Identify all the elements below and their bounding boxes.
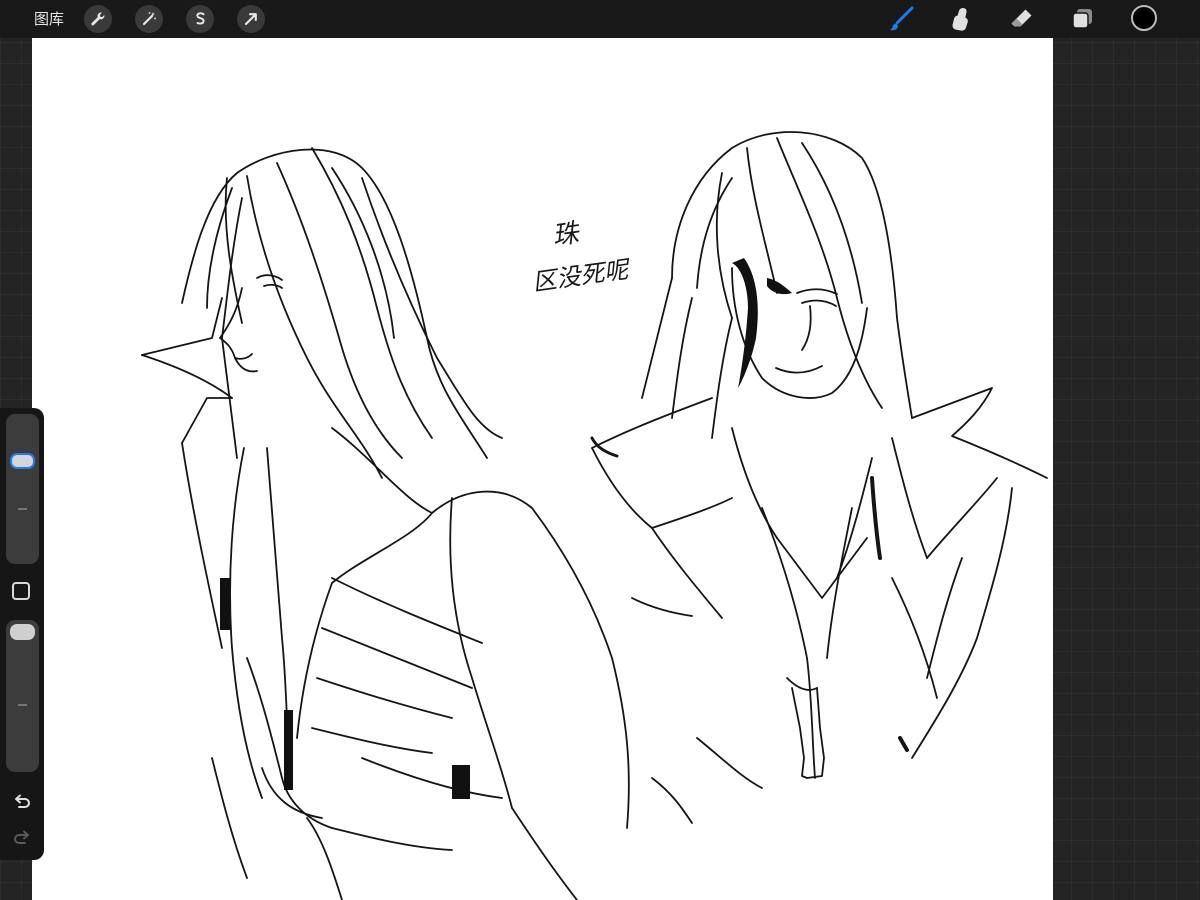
actions-button[interactable] xyxy=(84,5,112,33)
slider-tick xyxy=(18,508,27,510)
transform-button[interactable] xyxy=(237,5,265,33)
layers-icon xyxy=(1072,9,1092,29)
brush-icon xyxy=(889,6,914,31)
drawing-canvas[interactable]: 珠 区没死呢 xyxy=(32,38,1053,900)
magic-wand-icon xyxy=(142,12,156,26)
opacity-thumb[interactable] xyxy=(10,624,35,640)
wrench-icon xyxy=(91,12,105,26)
top-toolbar: 图库 xyxy=(0,0,1200,38)
eraser-tool-button[interactable] xyxy=(1009,6,1035,32)
adjustments-button[interactable] xyxy=(135,5,163,33)
modify-button[interactable] xyxy=(12,582,30,600)
brush-size-slider[interactable] xyxy=(6,414,39,564)
selection-s-icon xyxy=(196,12,205,25)
color-picker-button[interactable] xyxy=(1131,5,1157,31)
smudge-finger-icon xyxy=(952,8,968,31)
undo-icon xyxy=(15,794,30,808)
selection-button[interactable] xyxy=(186,5,214,33)
undo-button[interactable] xyxy=(10,790,34,814)
sketch-artwork xyxy=(141,131,1048,900)
left-sidebar xyxy=(0,408,44,860)
redo-icon xyxy=(14,830,29,844)
opacity-slider[interactable] xyxy=(6,620,39,772)
layers-button[interactable] xyxy=(1070,6,1096,32)
sketch-note-line1: 珠 xyxy=(550,218,581,252)
brush-size-thumb[interactable] xyxy=(10,453,35,470)
arrow-cursor-icon xyxy=(244,13,257,26)
eraser-icon xyxy=(1011,9,1032,27)
brush-tool-button[interactable] xyxy=(888,6,914,32)
smudge-tool-button[interactable] xyxy=(948,6,974,32)
slider-tick xyxy=(18,704,27,706)
gallery-button[interactable]: 图库 xyxy=(34,10,64,28)
redo-button[interactable] xyxy=(10,826,34,850)
